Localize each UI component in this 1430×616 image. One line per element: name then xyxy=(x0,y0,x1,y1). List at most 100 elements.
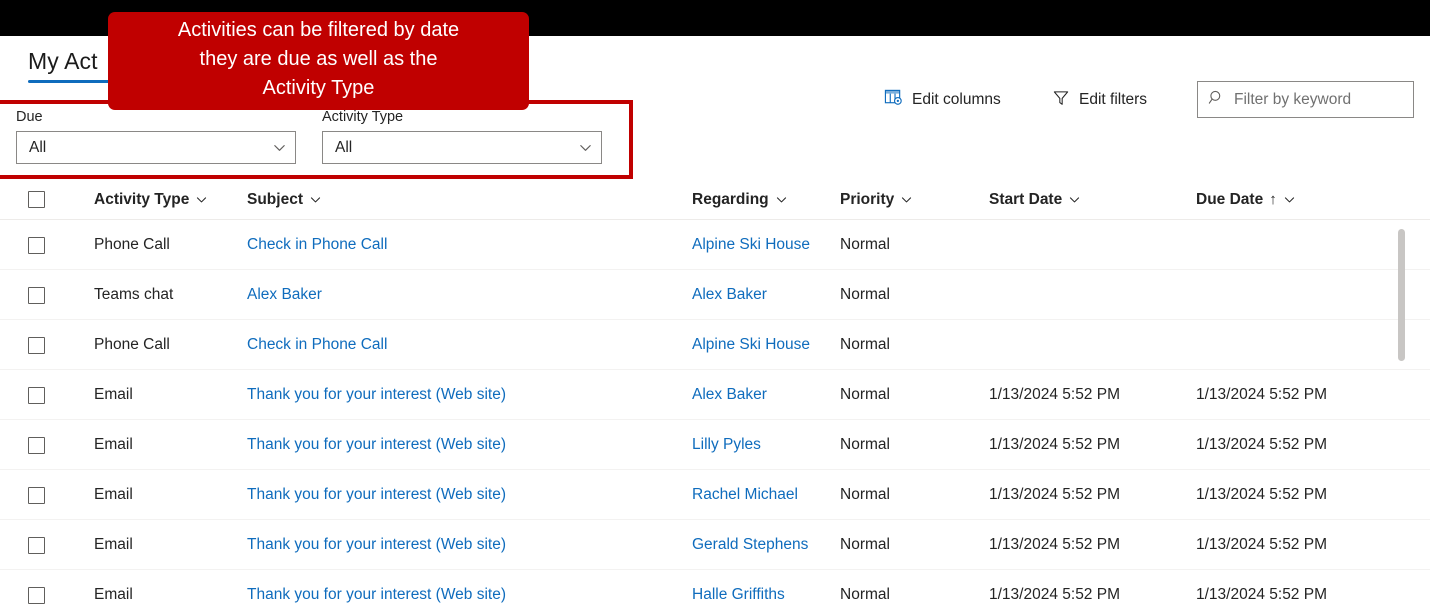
column-header-subject[interactable]: Subject xyxy=(247,179,677,220)
cell-subject[interactable]: Check in Phone Call xyxy=(247,320,677,370)
cell-activity-type: Email xyxy=(94,486,133,503)
cell-regarding[interactable]: Alex Baker xyxy=(692,270,832,320)
cell-activity-type: Phone Call xyxy=(94,336,170,353)
cell-priority: Normal xyxy=(840,486,890,503)
chevron-down-icon xyxy=(195,193,208,206)
select-all-checkbox-cell xyxy=(28,179,68,220)
column-header-priority-label: Priority xyxy=(840,190,895,208)
cell-regarding[interactable]: Halle Griffiths xyxy=(692,570,832,616)
row-checkbox[interactable] xyxy=(28,586,45,604)
cell-regarding[interactable]: Lilly Pyles xyxy=(692,420,832,470)
activity-type-filter-value: All xyxy=(335,138,353,156)
cell-subject[interactable]: Check in Phone Call xyxy=(247,220,677,270)
cell-start-date: 1/13/2024 5:52 PM xyxy=(989,386,1120,403)
annotation-callout-text: Activities can be filtered by date they … xyxy=(177,18,460,99)
column-header-regarding-label: Regarding xyxy=(692,190,769,208)
cell-due-date: 1/13/2024 5:52 PM xyxy=(1196,436,1327,453)
cell-regarding[interactable]: Alpine Ski House xyxy=(692,320,832,370)
table-row[interactable]: Phone Call Check in Phone Call Alpine Ski … xyxy=(0,320,1430,370)
chevron-down-icon xyxy=(1068,193,1081,206)
cell-activity-type: Email xyxy=(94,536,133,553)
table-row[interactable]: Teams chat Alex Baker Alex Baker Normal xyxy=(0,270,1430,320)
column-header-activity-type[interactable]: Activity Type xyxy=(94,179,244,220)
chevron-down-icon xyxy=(900,193,913,206)
table-row[interactable]: Email Thank you for your interest (Web si… xyxy=(0,370,1430,420)
edit-columns-button[interactable]: Edit columns xyxy=(884,84,1001,116)
activities-grid: Activity Type Subject Regarding Priority xyxy=(0,179,1430,616)
cell-priority: Normal xyxy=(840,286,890,303)
annotation-callout: Activities can be filtered by date they … xyxy=(108,12,529,110)
cell-subject[interactable]: Thank you for your interest (Web site) xyxy=(247,520,677,570)
screenshot-root: My Act Edit columns Edit filters Filter … xyxy=(0,0,1430,616)
grid-scrollbar-thumb[interactable] xyxy=(1398,229,1405,361)
column-header-due-date-label: Due Date xyxy=(1196,190,1264,208)
row-checkbox[interactable] xyxy=(28,286,45,304)
select-all-checkbox[interactable] xyxy=(28,191,45,208)
cell-subject[interactable]: Thank you for your interest (Web site) xyxy=(247,370,677,420)
cell-regarding[interactable]: Alex Baker xyxy=(692,370,832,420)
row-checkbox[interactable] xyxy=(28,486,45,504)
cell-due-date: 1/13/2024 5:52 PM xyxy=(1196,486,1327,503)
column-header-priority[interactable]: Priority xyxy=(840,179,980,220)
due-filter-select[interactable]: All xyxy=(16,131,296,164)
cell-due-date: 1/13/2024 5:52 PM xyxy=(1196,536,1327,553)
row-checkbox[interactable] xyxy=(28,536,45,554)
grid-vertical-scrollbar[interactable] xyxy=(1398,229,1405,575)
column-header-regarding[interactable]: Regarding xyxy=(692,179,832,220)
cell-subject[interactable]: Thank you for your interest (Web site) xyxy=(247,470,677,520)
cell-start-date: 1/13/2024 5:52 PM xyxy=(989,436,1120,453)
due-filter-label: Due xyxy=(16,109,43,125)
row-checkbox-cell xyxy=(28,420,68,470)
cell-start-date xyxy=(989,220,1184,270)
row-checkbox[interactable] xyxy=(28,386,45,404)
chevron-down-icon xyxy=(309,193,322,206)
cell-due-date xyxy=(1196,270,1396,320)
activity-type-filter-label: Activity Type xyxy=(322,109,404,125)
cell-subject[interactable]: Alex Baker xyxy=(247,270,677,320)
column-header-start-date[interactable]: Start Date xyxy=(989,179,1184,220)
activity-type-filter-field: Activity Type All xyxy=(322,109,602,164)
table-row[interactable]: Email Thank you for your interest (Web si… xyxy=(0,570,1430,616)
row-checkbox[interactable] xyxy=(28,336,45,354)
activity-type-filter-select[interactable]: All xyxy=(322,131,602,164)
cell-subject[interactable]: Thank you for your interest (Web site) xyxy=(247,420,677,470)
grid-body: Phone Call Check in Phone Call Alpine Ski … xyxy=(0,220,1430,616)
table-row[interactable]: Email Thank you for your interest (Web si… xyxy=(0,470,1430,520)
cell-regarding[interactable]: Gerald Stephens xyxy=(692,520,832,570)
edit-filters-button[interactable]: Edit filters xyxy=(1052,84,1147,116)
edit-columns-icon xyxy=(884,88,903,112)
table-row[interactable]: Email Thank you for your interest (Web si… xyxy=(0,420,1430,470)
cell-regarding[interactable]: Rachel Michael xyxy=(692,470,832,520)
row-checkbox-cell xyxy=(28,520,68,570)
table-row[interactable]: Phone Call Check in Phone Call Alpine Ski … xyxy=(0,220,1430,270)
column-header-due-date[interactable]: Due Date ↑ xyxy=(1196,179,1396,220)
cell-priority: Normal xyxy=(840,536,890,553)
cell-start-date: 1/13/2024 5:52 PM xyxy=(989,536,1120,553)
cell-due-date xyxy=(1196,320,1396,370)
table-row[interactable]: Email Thank you for your interest (Web si… xyxy=(0,520,1430,570)
cell-priority: Normal xyxy=(840,436,890,453)
due-filter-value: All xyxy=(29,138,47,156)
cell-due-date: 1/13/2024 5:52 PM xyxy=(1196,586,1327,603)
cell-activity-type: Teams chat xyxy=(94,286,174,303)
column-header-activity-type-label: Activity Type xyxy=(94,190,190,208)
row-checkbox-cell xyxy=(28,570,68,616)
cell-priority: Normal xyxy=(840,386,890,403)
chevron-down-icon xyxy=(1283,193,1296,206)
grid-header-row: Activity Type Subject Regarding Priority xyxy=(0,179,1430,220)
chevron-down-icon xyxy=(272,140,287,155)
cell-priority: Normal xyxy=(840,236,890,253)
filter-funnel-icon xyxy=(1052,89,1070,112)
filter-by-keyword-search[interactable] xyxy=(1197,81,1414,118)
sort-ascending-icon: ↑ xyxy=(1269,191,1277,208)
cell-start-date xyxy=(989,320,1184,370)
cell-due-date xyxy=(1196,220,1396,270)
row-checkbox[interactable] xyxy=(28,436,45,454)
cell-start-date xyxy=(989,270,1184,320)
filter-panel: Due All Activity Type All xyxy=(0,100,632,179)
edit-columns-label: Edit columns xyxy=(912,91,1001,108)
row-checkbox[interactable] xyxy=(28,236,45,254)
cell-regarding[interactable]: Alpine Ski House xyxy=(692,220,832,270)
cell-subject[interactable]: Thank you for your interest (Web site) xyxy=(247,570,677,616)
search-input[interactable] xyxy=(1234,90,1403,109)
